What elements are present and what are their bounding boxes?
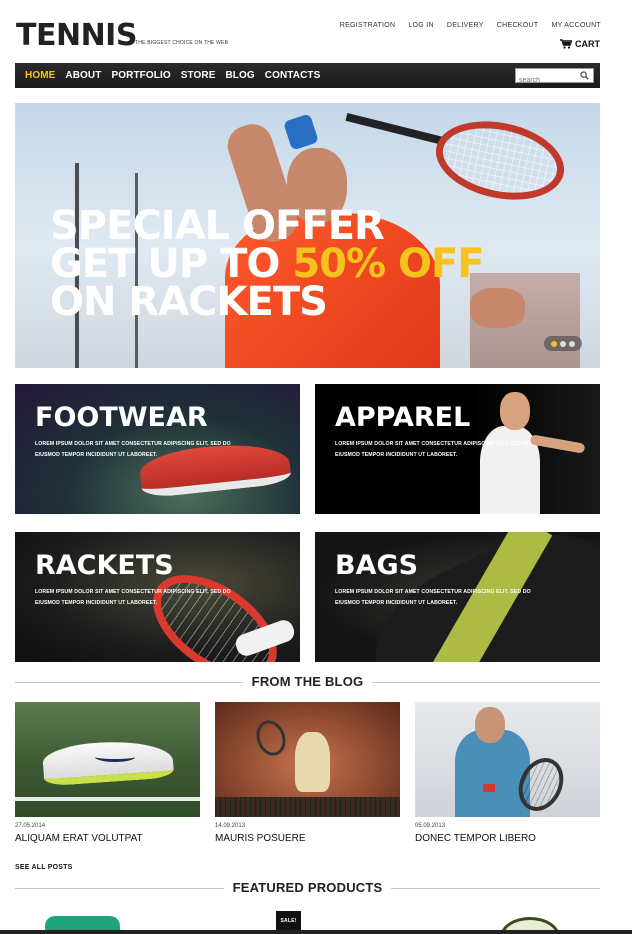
blog-post-date: 14.09.2013 [215, 823, 246, 829]
blog-post-title[interactable]: DONEC TEMPOR LIBERO [415, 833, 600, 844]
player-image [455, 730, 530, 817]
category-description: LOREM IPSUM DOLOR SIT AMET CONSECTETUR A… [335, 441, 531, 458]
net-image [215, 797, 400, 817]
wristband [483, 784, 495, 792]
search-input[interactable] [516, 74, 578, 87]
blog-post-image[interactable] [415, 702, 600, 817]
court-line [15, 797, 200, 801]
nav-home[interactable]: HOME [25, 70, 55, 81]
slider-dot-1[interactable] [551, 340, 557, 347]
slider-dot-2[interactable] [560, 340, 566, 347]
see-all-posts-link[interactable]: SEE ALL POSTS [15, 864, 72, 871]
nav-about[interactable]: ABOUT [65, 70, 101, 81]
section-title: FEATURED PRODUCTS [223, 880, 392, 895]
nav-store[interactable]: STORE [181, 70, 216, 81]
blog-post: 05.09.2013 DONEC TEMPOR LIBERO [415, 702, 600, 844]
top-links: REGISTRATION LOG IN DELIVERY CHECKOUT MY… [340, 22, 601, 29]
registration-link[interactable]: REGISTRATION [340, 22, 396, 29]
login-link[interactable]: LOG IN [408, 22, 434, 29]
search-icon[interactable] [580, 71, 589, 80]
category-title: BAGS [335, 550, 419, 581]
site-tagline: THE BIGGEST CHOICE ON THE WEB [135, 40, 229, 46]
category-title: RACKETS [35, 550, 174, 581]
category-bags[interactable]: BAGS LOREM IPSUM DOLOR SIT AMET CONSECTE… [315, 532, 600, 662]
category-rackets[interactable]: RACKETS LOREM IPSUM DOLOR SIT AMET CONSE… [15, 532, 300, 662]
hero-headline: SPECIAL OFFER GET UP TO 50% OFF ON RACKE… [50, 203, 485, 325]
blog-post-date: 27.05.2014 [15, 823, 46, 829]
slider-pagination [544, 336, 582, 351]
hero-line-1: SPECIAL OFFER [50, 203, 385, 249]
blog-post-image[interactable] [15, 702, 200, 817]
blog-section-header: FROM THE BLOG [15, 674, 600, 690]
slider-dot-3[interactable] [569, 340, 575, 347]
blog-post-image[interactable] [215, 702, 400, 817]
category-title: APPAREL [335, 402, 471, 433]
search-box [515, 68, 594, 87]
hero-racket-handle [345, 113, 445, 145]
player-head [475, 707, 505, 743]
hero-racket-image [428, 110, 572, 211]
shoe-image [41, 737, 175, 787]
cart-button[interactable]: CART [560, 39, 600, 49]
category-footwear[interactable]: FOOTWEAR LOREM IPSUM DOLOR SIT AMET CONS… [15, 384, 300, 514]
nav-portfolio[interactable]: PORTFOLIO [111, 70, 170, 81]
main-nav: HOME ABOUT PORTFOLIO STORE BLOG CONTACTS [15, 63, 600, 88]
category-apparel[interactable]: APPAREL LOREM IPSUM DOLOR SIT AMET CONSE… [315, 384, 600, 514]
apparel-player-head [500, 392, 530, 430]
blog-post: 14.09.2013 MAURIS POSUERE [215, 702, 400, 844]
cart-label: CART [575, 39, 600, 49]
nav-contacts[interactable]: CONTACTS [265, 70, 321, 81]
racket-image [251, 716, 291, 760]
page-bottom-edge [0, 930, 632, 934]
blog-post: 27.05.2014 ALIQUAM ERAT VOLUTPAT [15, 702, 200, 844]
checkout-link[interactable]: CHECKOUT [497, 22, 539, 29]
section-title: FROM THE BLOG [242, 674, 373, 689]
sale-badge: SALE! [276, 911, 301, 931]
featured-section-header: FEATURED PRODUCTS [15, 880, 600, 896]
site-logo[interactable]: TENNIS [16, 18, 137, 53]
category-title: FOOTWEAR [35, 402, 208, 433]
blog-post-title[interactable]: ALIQUAM ERAT VOLUTPAT [15, 833, 200, 844]
hero-line-3: ON RACKETS [50, 279, 328, 325]
blog-post-title[interactable]: MAURIS POSUERE [215, 833, 400, 844]
hero-line-2: GET UP TO 50% OFF [50, 244, 485, 284]
blog-post-date: 05.09.2013 [415, 823, 446, 829]
category-description: LOREM IPSUM DOLOR SIT AMET CONSECTETUR A… [335, 589, 531, 606]
category-description: LOREM IPSUM DOLOR SIT AMET CONSECTETUR A… [35, 441, 231, 458]
hero-player-wristband [283, 113, 319, 151]
my-account-link[interactable]: MY ACCOUNT [551, 22, 601, 29]
category-description: LOREM IPSUM DOLOR SIT AMET CONSECTETUR A… [35, 589, 231, 606]
hero-banner[interactable]: SPECIAL OFFER GET UP TO 50% OFF ON RACKE… [15, 103, 600, 368]
player-image [295, 732, 330, 792]
swoosh-logo [95, 752, 135, 762]
cart-icon [560, 39, 572, 49]
nav-blog[interactable]: BLOG [225, 70, 254, 81]
delivery-link[interactable]: DELIVERY [447, 22, 484, 29]
